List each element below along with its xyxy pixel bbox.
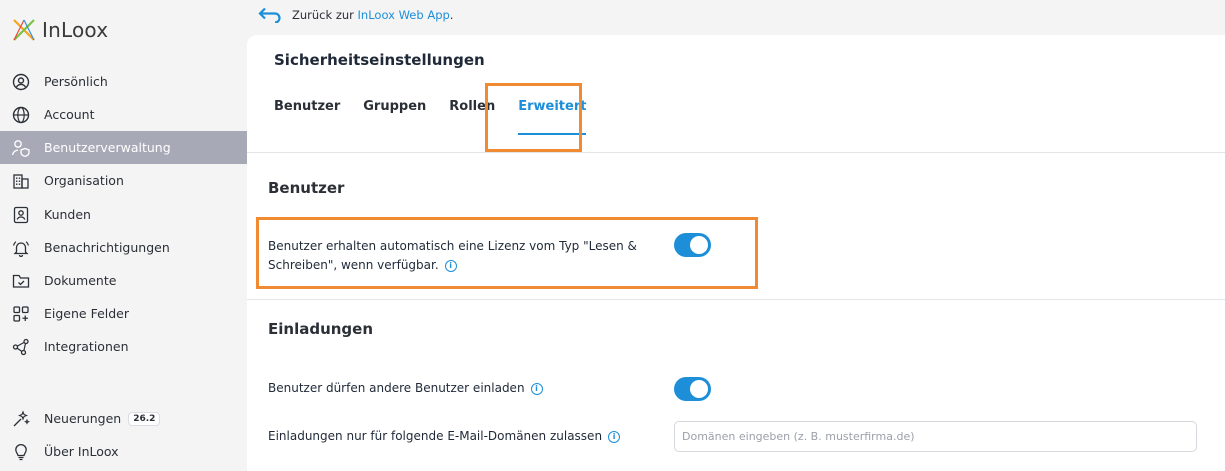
domains-label-text: Einladungen nur für folgende E-Mail-Domä…	[268, 429, 603, 443]
info-icon[interactable]: i	[608, 430, 621, 443]
sidebar-item-benutzerverwaltung[interactable]: Benutzerverwaltung	[0, 131, 247, 164]
sidebar-item-kunden[interactable]: Kunden	[0, 198, 247, 231]
bell-icon	[11, 238, 31, 258]
page-title: Sicherheitseinstellungen	[274, 51, 485, 69]
allow-invite-label: Benutzer dürfen andere Benutzer einladen…	[268, 379, 543, 398]
setting-highlight-frame	[256, 217, 758, 289]
building-icon	[11, 171, 31, 191]
sidebar-item-dokumente[interactable]: Dokumente	[0, 264, 247, 297]
back-suffix: .	[449, 8, 454, 22]
folder-check-icon	[11, 271, 31, 291]
globe-icon	[11, 105, 31, 125]
web-app-link[interactable]: InLoox Web App	[358, 8, 450, 22]
sidebar-item-label: Dokumente	[44, 273, 117, 288]
back-link[interactable]: Zurück zur InLoox Web App.	[258, 7, 453, 23]
version-badge: 26.2	[128, 411, 161, 426]
contact-card-icon	[11, 205, 31, 225]
sidebar-item-label: Account	[44, 107, 95, 122]
settings-panel: Sicherheitseinstellungen Benutzer Gruppe…	[247, 35, 1225, 471]
toggle-knob	[690, 380, 708, 398]
email-domains-input[interactable]	[674, 421, 1197, 452]
tab-gruppen[interactable]: Gruppen	[363, 99, 426, 133]
sidebar-item-label: Kunden	[44, 207, 91, 222]
user-shield-icon	[11, 138, 31, 158]
allow-invite-toggle[interactable]	[674, 377, 711, 401]
sidebar-item-account[interactable]: Account	[0, 98, 247, 131]
sidebar-item-label: Eigene Felder	[44, 306, 130, 321]
app-name: InLoox	[42, 18, 109, 42]
tab-highlight-frame	[485, 83, 582, 152]
domains-label: Einladungen nur für folgende E-Mail-Domä…	[268, 427, 621, 446]
app-logo[interactable]: InLoox	[12, 18, 108, 42]
sparkle-icon	[11, 409, 31, 429]
allow-invite-text: Benutzer dürfen andere Benutzer einladen	[268, 381, 525, 395]
sidebar-item-label: Persönlich	[44, 74, 108, 89]
sidebar-item-ueber-inloox[interactable]: Über InLoox	[0, 435, 247, 468]
section-title-benutzer: Benutzer	[268, 179, 345, 197]
lightbulb-icon	[11, 442, 31, 462]
share-nodes-icon	[11, 337, 31, 357]
sidebar-item-label: Neuerungen	[44, 411, 122, 426]
info-icon[interactable]: i	[530, 382, 543, 395]
user-circle-icon	[11, 72, 31, 92]
sidebar-item-label: Benutzerverwaltung	[44, 140, 171, 155]
sidebar-item-label: Integrationen	[44, 339, 129, 354]
tab-benutzer[interactable]: Benutzer	[274, 99, 340, 133]
sidebar-item-eigene-felder[interactable]: Eigene Felder	[0, 297, 247, 330]
sidebar: InLoox Persönlich Account Benutzerverwal…	[0, 0, 247, 471]
inloox-logo-icon	[13, 19, 35, 41]
back-prefix: Zurück zur	[292, 8, 358, 22]
sidebar-item-integrationen[interactable]: Integrationen	[0, 330, 247, 363]
back-link-text: Zurück zur InLoox Web App.	[292, 8, 453, 22]
back-arrow-icon	[258, 7, 281, 23]
grid-plus-icon	[11, 304, 31, 324]
section-title-einladungen: Einladungen	[268, 320, 374, 338]
sidebar-item-label: Organisation	[44, 173, 124, 188]
sidebar-item-organisation[interactable]: Organisation	[0, 164, 247, 197]
sidebar-item-neuerungen[interactable]: Neuerungen 26.2	[0, 402, 247, 435]
sidebar-item-benachrichtigungen[interactable]: Benachrichtigungen	[0, 231, 247, 264]
sidebar-item-label: Benachrichtigungen	[44, 240, 170, 255]
sidebar-item-persoenlich[interactable]: Persönlich	[0, 65, 247, 98]
sidebar-item-label: Über InLoox	[44, 444, 119, 459]
